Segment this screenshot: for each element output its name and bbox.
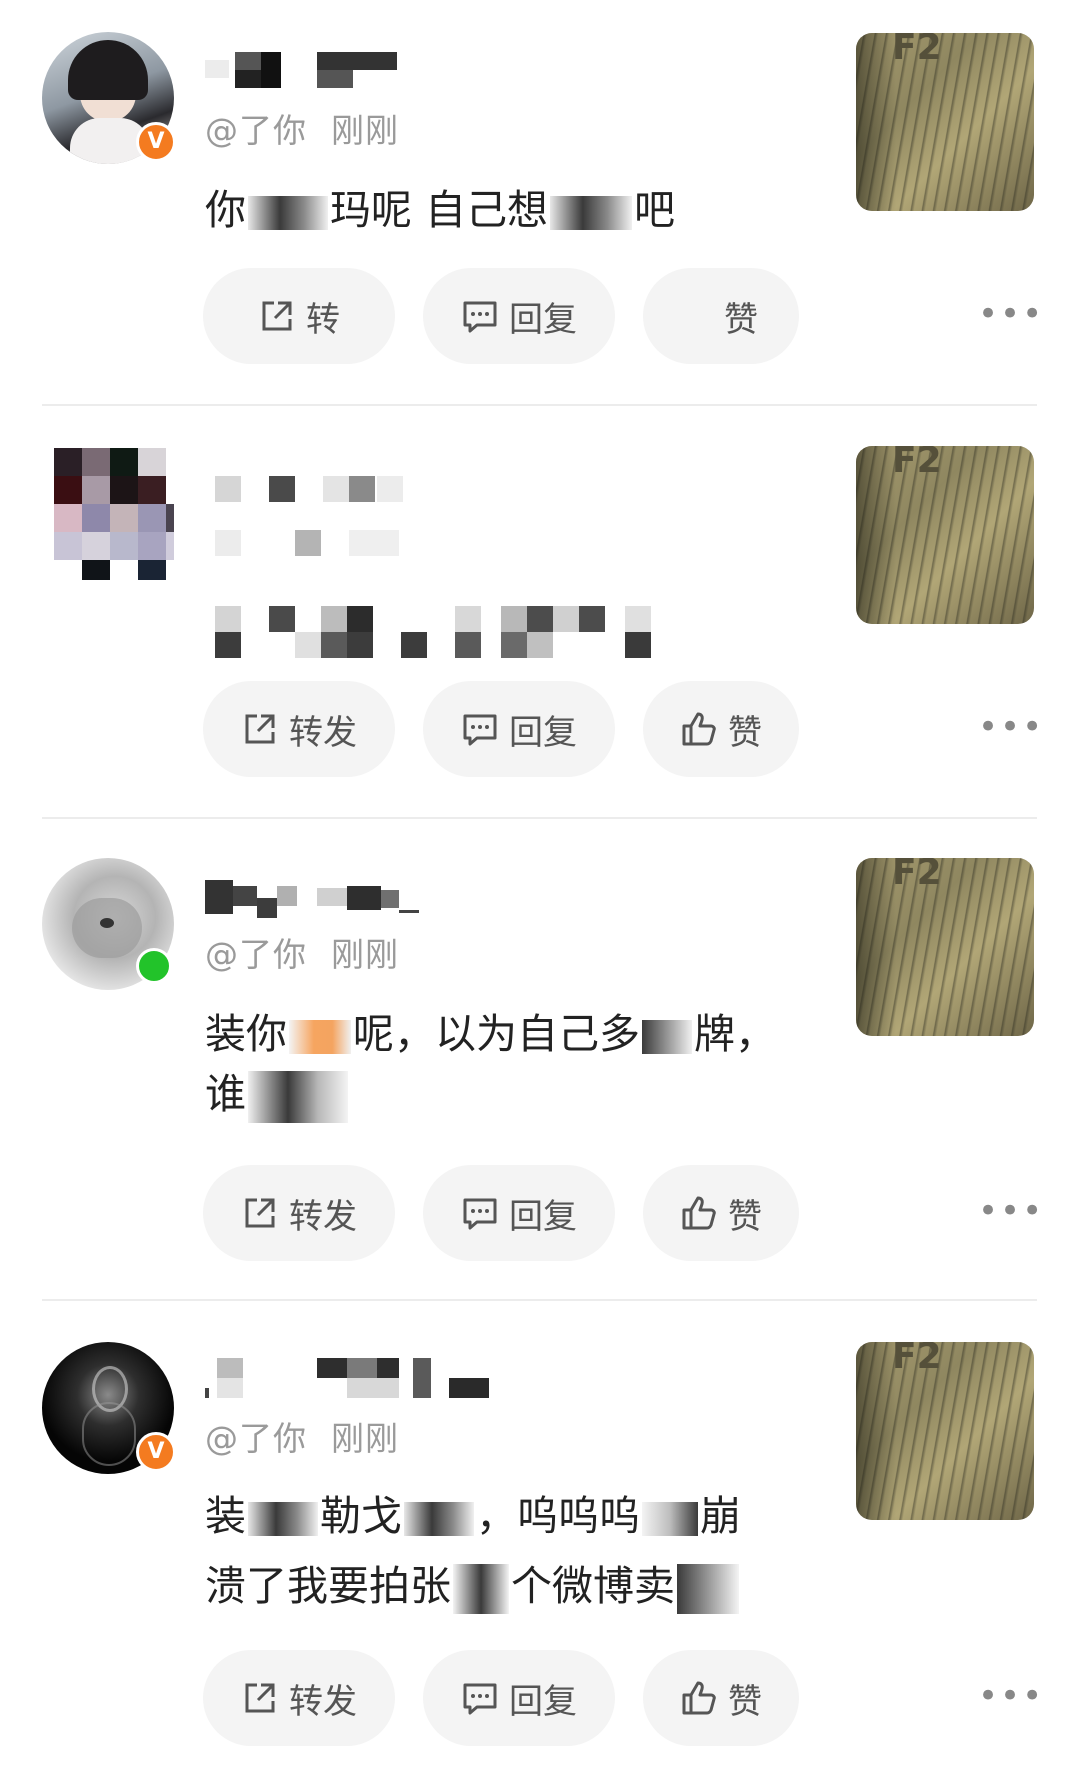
share-button[interactable]: 转发 <box>203 1650 395 1746</box>
verified-badge-icon: V <box>136 1432 176 1472</box>
user-handle: @了你 刚刚 <box>205 1412 399 1460</box>
like-button[interactable]: 赞 <box>643 1650 799 1746</box>
more-dots-icon[interactable]: ••• <box>978 1679 1044 1713</box>
user-avatar-masked[interactable] <box>42 448 174 580</box>
username-masked[interactable] <box>205 52 405 92</box>
user-avatar[interactable]: V <box>42 1342 176 1474</box>
masked-text <box>248 196 328 230</box>
masked-text <box>248 1071 348 1123</box>
divider <box>42 817 1037 819</box>
comment-icon <box>463 1683 497 1715</box>
share-button[interactable]: 转 <box>203 268 395 364</box>
thumbs-up-icon <box>682 1196 716 1230</box>
post-time: 刚刚 <box>331 935 399 974</box>
masked-text <box>248 1502 318 1536</box>
comment-text: 你玛呢 自己想吧 <box>205 186 676 234</box>
divider <box>42 1299 1037 1301</box>
divider <box>42 404 1037 406</box>
more-dots-icon[interactable]: ••• <box>978 1194 1044 1228</box>
comment-text-line2: 溃了我要拍张 个微博卖 <box>205 1556 741 1616</box>
verified-badge-icon: V <box>136 122 176 162</box>
handle-text: @了你 <box>205 111 307 150</box>
comment-icon <box>463 714 497 746</box>
comment-text: 装勒戈 ，呜呜呜崩 <box>205 1492 741 1540</box>
user-handle: @了你 刚刚 <box>205 104 399 152</box>
post-time: 刚刚 <box>331 111 399 150</box>
share-icon <box>262 301 292 331</box>
reply-button[interactable]: 回复 <box>423 1165 615 1261</box>
online-status-icon <box>136 948 172 984</box>
more-dots-icon[interactable]: ••• <box>978 710 1044 744</box>
share-button[interactable]: 转发 <box>203 1165 395 1261</box>
comment-icon <box>463 301 497 333</box>
masked-text <box>642 1502 698 1536</box>
attached-image[interactable]: F2 <box>856 33 1034 211</box>
comment-text: 装你 呢，以为自己多 牌， <box>205 1010 776 1058</box>
user-handle: @了你 刚刚 <box>205 928 399 976</box>
attached-image[interactable]: F2 <box>856 446 1034 624</box>
reply-button[interactable]: 回复 <box>423 268 615 364</box>
post-time: 刚刚 <box>331 1419 399 1458</box>
thumbs-up-icon <box>682 1681 716 1715</box>
handle-masked <box>205 530 405 570</box>
attached-image[interactable]: F2 <box>856 1342 1034 1520</box>
share-icon <box>245 1198 275 1228</box>
reply-button[interactable]: 回复 <box>423 1650 615 1746</box>
masked-text <box>642 1020 692 1054</box>
username-masked[interactable] <box>205 880 425 920</box>
masked-text <box>289 1020 351 1054</box>
comment-icon <box>463 1198 497 1230</box>
like-button[interactable]: 赞 <box>643 1165 799 1261</box>
share-icon <box>245 714 275 744</box>
share-button[interactable]: 转发 <box>203 681 395 777</box>
like-button[interactable]: 赞 <box>643 268 799 364</box>
comment-text-line2: 谁 <box>205 1064 350 1124</box>
username-masked[interactable] <box>205 476 405 516</box>
username-masked[interactable] <box>205 1358 505 1398</box>
masked-text <box>404 1502 474 1536</box>
attached-image[interactable]: F2 <box>856 858 1034 1036</box>
user-avatar[interactable] <box>42 858 174 990</box>
masked-text <box>677 1564 739 1614</box>
masked-text <box>550 196 633 230</box>
handle-text: @了你 <box>205 935 307 974</box>
comment-text-masked <box>205 606 705 660</box>
thumbs-up-icon <box>682 712 716 746</box>
handle-text: @了你 <box>205 1419 307 1458</box>
masked-text <box>453 1564 509 1614</box>
reply-button[interactable]: 回复 <box>423 681 615 777</box>
user-avatar[interactable]: V <box>42 32 176 164</box>
like-button[interactable]: 赞 <box>643 681 799 777</box>
more-dots-icon[interactable]: ••• <box>978 297 1044 331</box>
share-icon <box>245 1683 275 1713</box>
